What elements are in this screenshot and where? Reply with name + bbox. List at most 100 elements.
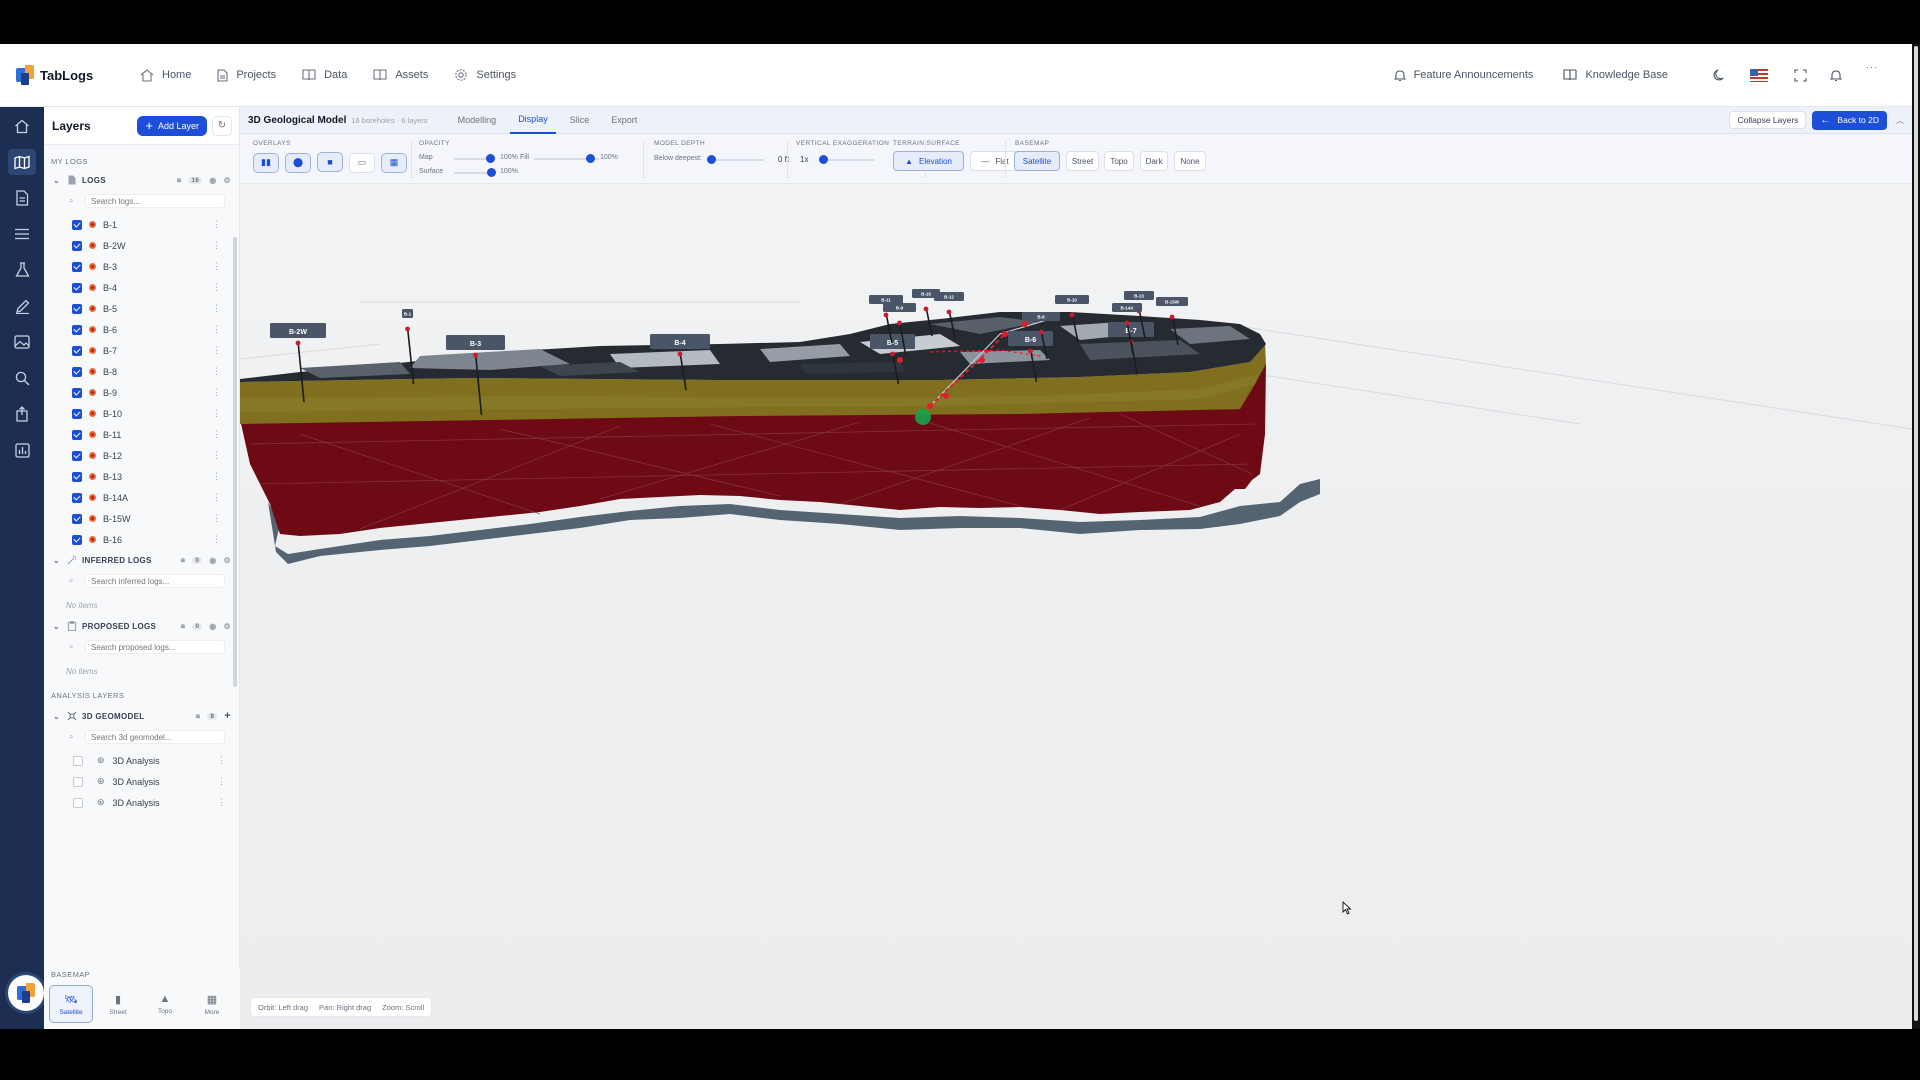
tab-display[interactable]: Display — [510, 107, 556, 134]
log-row[interactable]: B-8 ⋮ — [44, 361, 239, 382]
gear-icon[interactable]: ⚙ — [224, 556, 231, 565]
notifications-button[interactable] — [1826, 65, 1846, 85]
log-row[interactable]: B-13 ⋮ — [44, 466, 239, 487]
more-vertical-icon[interactable]: ⋮ — [212, 261, 221, 272]
gear-icon[interactable]: ⚙ — [224, 176, 231, 185]
more-vertical-icon[interactable]: ⋮ — [212, 450, 221, 461]
eye-off-icon[interactable]: ◉ — [209, 622, 216, 631]
basemap-tile-street[interactable]: ▮ Street — [96, 985, 140, 1023]
more-vertical-icon[interactable]: ⋮ — [212, 345, 221, 356]
more-vertical-icon[interactable]: ⋮ — [212, 324, 221, 335]
more-vertical-icon[interactable]: ⋮ — [212, 387, 221, 398]
rail-home[interactable] — [8, 113, 36, 139]
more-vertical-icon[interactable]: ⋮ — [212, 282, 221, 293]
checkbox[interactable] — [72, 450, 82, 461]
fullscreen-button[interactable] — [1790, 65, 1810, 85]
more-vertical-icon[interactable]: ⋮ — [212, 534, 221, 545]
rail-lab[interactable] — [8, 257, 36, 283]
model-viewport[interactable]: B-2W B-1 B-3 B-4 B-5 B-6 B-7 B-8 B-9 B-10 B-11 B-12… — [240, 184, 1912, 1029]
log-row[interactable]: B-11 ⋮ — [44, 424, 239, 445]
geological-model-scene[interactable]: B-2W B-1 B-3 B-4 B-5 B-6 B-7 B-8 B-9 B-10 B-11 B-12… — [240, 184, 1912, 1029]
more-vertical-icon[interactable]: ⋮ — [212, 492, 221, 503]
basemap-street-button[interactable]: Street — [1066, 151, 1099, 171]
checkbox[interactable] — [72, 471, 82, 482]
overlay-labels-button[interactable]: ■ — [317, 152, 343, 172]
more-vertical-icon[interactable]: ⋮ — [212, 471, 221, 482]
scrollbar-thumb[interactable] — [1914, 46, 1918, 1021]
geomodel-group[interactable]: ⌄ 3D GEOMODEL 🔒︎ 8 + — [44, 706, 239, 726]
inferred-logs-group[interactable]: ⌄ INFERRED LOGS 🔒︎ 0 ◉ ⚙ — [44, 550, 239, 570]
assistant-button[interactable] — [8, 975, 44, 1011]
fill-opacity-slider[interactable] — [586, 154, 595, 163]
rail-documents[interactable] — [8, 185, 36, 211]
checkbox[interactable] — [73, 755, 83, 766]
checkbox[interactable] — [72, 408, 82, 419]
analysis-row[interactable]: ⊛ 3D Analysis ⋮ — [44, 792, 239, 813]
plus-icon[interactable]: + — [224, 710, 231, 722]
checkbox[interactable] — [72, 282, 82, 293]
nav-data[interactable]: Data — [302, 69, 347, 81]
vexag-slider[interactable] — [819, 155, 828, 164]
refresh-button[interactable]: ↻ — [212, 115, 232, 136]
rail-list[interactable] — [8, 221, 36, 247]
checkbox[interactable] — [72, 240, 82, 251]
brand[interactable]: TabLogs — [16, 65, 126, 85]
basemap-dark-button[interactable]: Dark — [1140, 151, 1168, 171]
logs-search-input[interactable] — [85, 194, 225, 208]
lock-icon[interactable]: 🔒︎ — [196, 711, 201, 721]
eye-off-icon[interactable]: ◉ — [209, 556, 216, 565]
log-row[interactable]: B-16 ⋮ — [44, 529, 239, 550]
proposed-search-input[interactable] — [85, 640, 225, 654]
log-row[interactable]: B-9 ⋮ — [44, 382, 239, 403]
depth-slider[interactable] — [707, 155, 716, 164]
log-row[interactable]: B-2W ⋮ — [44, 235, 239, 256]
nav-projects[interactable]: Projects — [217, 68, 276, 82]
overlay-pins-button[interactable]: ⬤ — [285, 152, 311, 173]
checkbox[interactable] — [73, 776, 83, 787]
rail-export[interactable] — [8, 401, 36, 427]
rail-map[interactable] — [8, 149, 36, 175]
dark-mode-toggle[interactable] — [1710, 65, 1730, 85]
basemap-tile-satellite[interactable]: 🛰︎ Satellite — [49, 985, 93, 1023]
collapse-layers-button[interactable]: Collapse Layers — [1729, 111, 1807, 129]
more-vertical-icon[interactable]: ⋮ — [217, 755, 226, 766]
rail-edit[interactable] — [8, 293, 36, 319]
checkbox[interactable] — [72, 492, 82, 503]
log-row[interactable]: B-5 ⋮ — [44, 298, 239, 319]
overlay-boreholes-button[interactable]: ▮▮ — [253, 152, 279, 173]
tab-export[interactable]: Export — [603, 107, 645, 134]
panel-scrollbar[interactable] — [233, 237, 237, 687]
feature-announcements-link[interactable]: Feature Announcements — [1393, 69, 1533, 82]
tab-modelling[interactable]: Modelling — [450, 107, 505, 134]
nav-settings[interactable]: Settings — [454, 68, 516, 82]
log-row[interactable]: B-3 ⋮ — [44, 256, 239, 277]
analysis-row[interactable]: ⊛ 3D Analysis ⋮ — [44, 771, 239, 792]
lock-icon[interactable]: 🔒︎ — [177, 175, 182, 185]
more-vertical-icon[interactable]: ⋮ — [212, 408, 221, 419]
selected-point-marker[interactable] — [915, 409, 931, 425]
back-to-2d-button[interactable]: ← Back to 2D — [1812, 110, 1887, 130]
terrain-flat-button[interactable]: — Flat — [970, 151, 1020, 171]
us-flag-icon[interactable] — [1750, 68, 1768, 82]
eye-off-icon[interactable]: ◉ — [209, 176, 216, 185]
log-row[interactable]: B-15W ⋮ — [44, 508, 239, 529]
checkbox[interactable] — [72, 429, 82, 440]
checkbox[interactable] — [72, 261, 82, 272]
lock-icon[interactable]: 🔒︎ — [181, 555, 186, 565]
basemap-topo-button[interactable]: Topo — [1104, 151, 1134, 171]
checkbox[interactable] — [73, 797, 83, 808]
log-row[interactable]: B-12 ⋮ — [44, 445, 239, 466]
checkbox[interactable] — [72, 387, 82, 398]
overlay-scale-button[interactable]: ▭ — [349, 152, 375, 173]
more-vertical-icon[interactable]: ⋮ — [212, 240, 221, 251]
depth-track[interactable] — [709, 159, 764, 161]
nav-assets[interactable]: Assets — [373, 69, 428, 81]
more-vertical-icon[interactable]: ⋮ — [212, 366, 221, 377]
checkbox[interactable] — [72, 513, 82, 524]
lock-icon[interactable]: 🔒︎ — [181, 621, 186, 631]
log-row[interactable]: B-6 ⋮ — [44, 319, 239, 340]
tab-slice[interactable]: Slice — [562, 107, 598, 134]
checkbox[interactable] — [72, 345, 82, 356]
log-row[interactable]: B-14A ⋮ — [44, 487, 239, 508]
log-row[interactable]: B-10 ⋮ — [44, 403, 239, 424]
